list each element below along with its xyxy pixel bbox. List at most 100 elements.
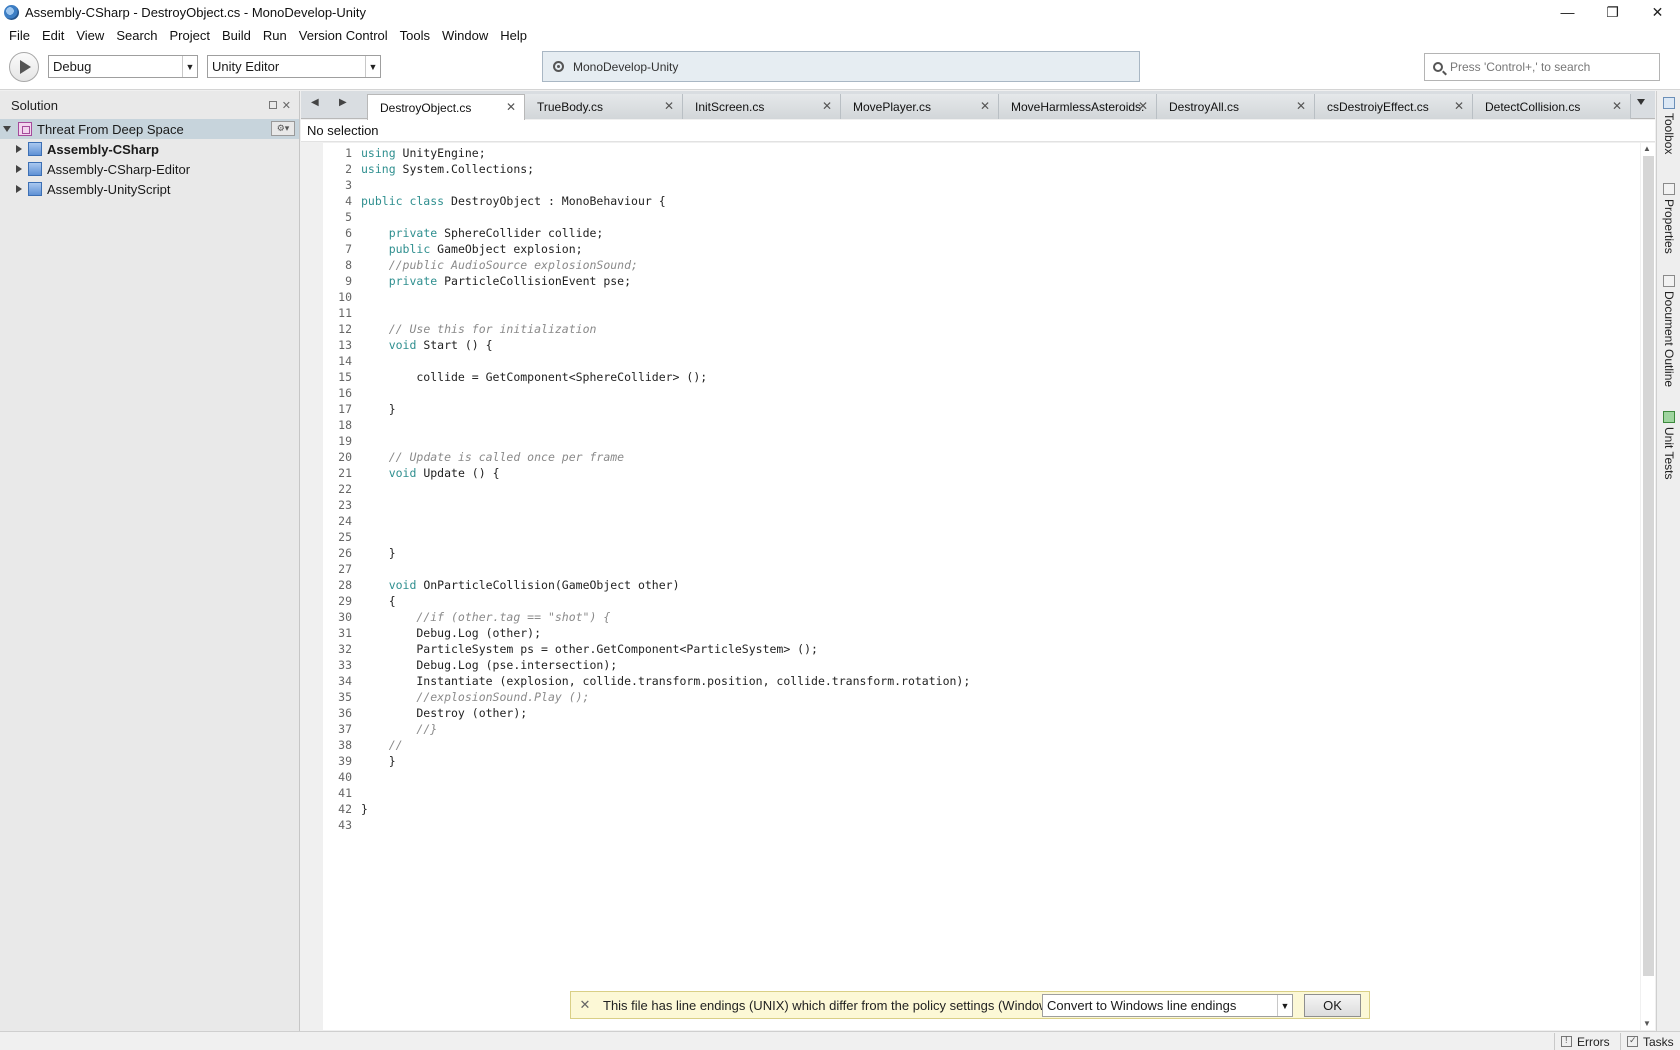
search-input[interactable] <box>1450 60 1650 74</box>
tab-destroyall[interactable]: DestroyAll.cs ✕ <box>1157 94 1315 119</box>
expand-right-icon[interactable] <box>16 185 22 193</box>
close-window-button[interactable]: ✕ <box>1635 0 1680 24</box>
line-ending-option-select[interactable]: Convert to Windows line endings ▼ <box>1042 994 1293 1017</box>
menu-project[interactable]: Project <box>164 28 216 43</box>
menu-tools[interactable]: Tools <box>394 28 436 43</box>
code-line[interactable]: 34 Instantiate (explosion, collide.trans… <box>323 673 970 689</box>
solution-root-row[interactable]: Threat From Deep Space ⚙▾ <box>0 119 299 139</box>
tab-detectcollision[interactable]: DetectCollision.cs ✕ <box>1473 94 1631 119</box>
close-tab-icon[interactable]: ✕ <box>822 99 832 113</box>
code-line[interactable]: 40 <box>323 769 970 785</box>
code-line[interactable]: 15 collide = GetComponent<SphereCollider… <box>323 369 970 385</box>
code-line[interactable]: 13 void Start () { <box>323 337 970 353</box>
dock-unit-tests[interactable]: Unit Tests <box>1660 411 1678 479</box>
target-select[interactable]: Unity Editor ▼ <box>207 55 381 78</box>
code-line[interactable]: 14 <box>323 353 970 369</box>
code-line[interactable]: 24 <box>323 513 970 529</box>
code-line[interactable]: 22 <box>323 481 970 497</box>
menu-edit[interactable]: Edit <box>36 28 70 43</box>
dock-properties[interactable]: Properties <box>1660 183 1678 254</box>
ok-button[interactable]: OK <box>1304 994 1361 1017</box>
menu-view[interactable]: View <box>70 28 110 43</box>
tab-scroll-left-icon[interactable]: ◀ <box>311 97 319 108</box>
editor-vertical-scrollbar[interactable]: ▲ ▼ <box>1641 143 1655 1030</box>
scrollbar-thumb[interactable] <box>1643 156 1654 976</box>
code-line[interactable]: 42} <box>323 801 970 817</box>
run-button[interactable] <box>9 52 39 82</box>
menu-version-control[interactable]: Version Control <box>293 28 394 43</box>
editor-path-bar[interactable]: No selection <box>301 120 1655 142</box>
minimize-button[interactable]: — <box>1545 0 1590 24</box>
expand-right-icon[interactable] <box>16 165 22 173</box>
expand-right-icon[interactable] <box>16 145 22 153</box>
expand-down-icon[interactable] <box>3 126 11 132</box>
tasks-pad-button[interactable]: Tasks <box>1620 1033 1674 1050</box>
menu-search[interactable]: Search <box>110 28 163 43</box>
code-line[interactable]: 38 // <box>323 737 970 753</box>
close-infobar-icon[interactable]: ✕ <box>571 997 599 1013</box>
close-tab-icon[interactable]: ✕ <box>980 99 990 113</box>
gear-icon[interactable]: ⚙▾ <box>271 121 295 136</box>
code-line[interactable]: 27 <box>323 561 970 577</box>
code-line[interactable]: 3 <box>323 177 970 193</box>
code-line[interactable]: 33 Debug.Log (pse.intersection); <box>323 657 970 673</box>
code-line[interactable]: 1 using UnityEngine; <box>323 145 970 161</box>
code-line[interactable]: 35 //explosionSound.Play (); <box>323 689 970 705</box>
close-tab-icon[interactable]: ✕ <box>506 100 516 114</box>
code-line[interactable]: 9 private ParticleCollisionEvent pse; <box>323 273 970 289</box>
tab-list-dropdown-icon[interactable] <box>1637 99 1645 105</box>
code-line[interactable]: 29 { <box>323 593 970 609</box>
code-line[interactable]: 30 //if (other.tag == "shot") { <box>323 609 970 625</box>
menu-file[interactable]: File <box>3 28 36 43</box>
code-line[interactable]: 21 void Update () { <box>323 465 970 481</box>
close-tab-icon[interactable]: ✕ <box>1454 99 1464 113</box>
errors-pad-button[interactable]: Errors <box>1554 1033 1610 1050</box>
code-line[interactable]: 26 } <box>323 545 970 561</box>
close-pad-icon[interactable]: ✕ <box>282 99 291 112</box>
tab-initscreen[interactable]: InitScreen.cs ✕ <box>683 94 841 119</box>
code-line[interactable]: 2 using System.Collections; <box>323 161 970 177</box>
code-line[interactable]: 37 //} <box>323 721 970 737</box>
code-line[interactable]: 32 ParticleSystem ps = other.GetComponen… <box>323 641 970 657</box>
tab-destroyobject[interactable]: DestroyObject.cs ✕ <box>367 94 525 120</box>
dock-toggle-icon[interactable] <box>268 101 277 109</box>
tab-scroll-right-icon[interactable]: ▶ <box>339 97 347 108</box>
close-tab-icon[interactable]: ✕ <box>664 99 674 113</box>
tab-moveplayer[interactable]: MovePlayer.cs ✕ <box>841 94 999 119</box>
scroll-down-icon[interactable]: ▼ <box>1643 1019 1651 1028</box>
tab-truebody[interactable]: TrueBody.cs ✕ <box>525 94 683 119</box>
code-line[interactable]: 10 <box>323 289 970 305</box>
menu-help[interactable]: Help <box>494 28 533 43</box>
code-line[interactable]: 43 <box>323 817 970 833</box>
code-editor[interactable]: 1 using UnityEngine; 2 using System.Collect… <box>301 143 1640 1030</box>
code-line[interactable]: 25 <box>323 529 970 545</box>
dock-document-outline[interactable]: Document Outline <box>1660 275 1678 387</box>
code-line[interactable]: 16 <box>323 385 970 401</box>
tab-csdestroiyeffect[interactable]: csDestroiyEffect.cs ✕ <box>1315 94 1473 119</box>
code-line[interactable]: 23 <box>323 497 970 513</box>
code-line[interactable]: 41 <box>323 785 970 801</box>
code-line[interactable]: 6 private SphereCollider collide; <box>323 225 970 241</box>
code-line[interactable]: 7 public GameObject explosion; <box>323 241 970 257</box>
code-line[interactable]: 12 // Use this for initialization <box>323 321 970 337</box>
code-line[interactable]: 11 <box>323 305 970 321</box>
code-line[interactable]: 36 Destroy (other); <box>323 705 970 721</box>
code-line[interactable]: 5 <box>323 209 970 225</box>
tree-item-assembly-unityscript[interactable]: Assembly-UnityScript <box>0 179 299 199</box>
code-line[interactable]: 31 Debug.Log (other); <box>323 625 970 641</box>
code-line[interactable]: 17 } <box>323 401 970 417</box>
scroll-up-icon[interactable]: ▲ <box>1643 144 1651 153</box>
code-line[interactable]: 19 <box>323 433 970 449</box>
code-line[interactable]: 8 //public AudioSource explosionSound; <box>323 257 970 273</box>
menu-run[interactable]: Run <box>257 28 293 43</box>
code-line[interactable]: 28 void OnParticleCollision(GameObject o… <box>323 577 970 593</box>
dock-toolbox[interactable]: Toolbox <box>1660 97 1678 154</box>
menu-build[interactable]: Build <box>216 28 257 43</box>
restore-button[interactable]: ❐ <box>1590 0 1635 24</box>
tab-moveharmlessasteroids[interactable]: MoveHarmlessAsteroids. ✕ <box>999 94 1157 119</box>
close-tab-icon[interactable]: ✕ <box>1612 99 1622 113</box>
tree-item-assembly-csharp[interactable]: Assembly-CSharp <box>0 139 299 159</box>
code-line[interactable]: 18 <box>323 417 970 433</box>
code-line[interactable]: 4 public class DestroyObject : MonoBehavi… <box>323 193 970 209</box>
code-line[interactable]: 39 } <box>323 753 970 769</box>
